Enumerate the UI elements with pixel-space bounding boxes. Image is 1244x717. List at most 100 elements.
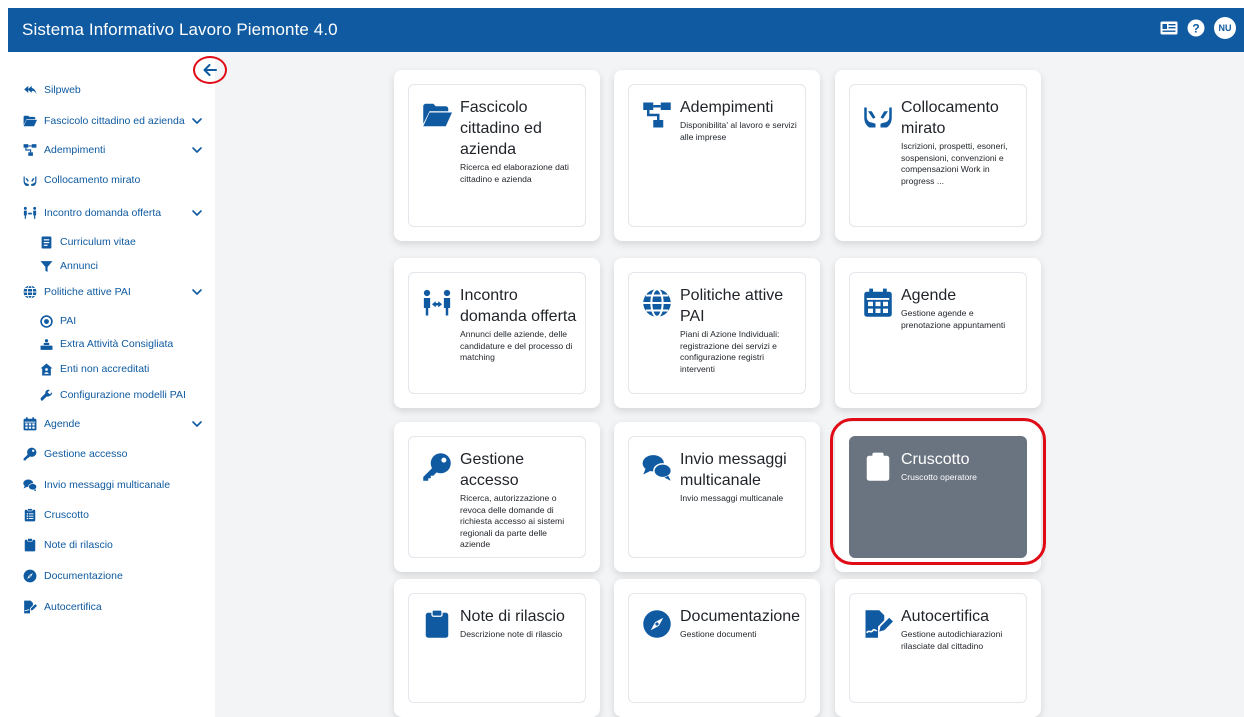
- sidebar-item-label: Annunci: [60, 260, 98, 272]
- card-invio-messaggi-multicanale[interactable]: Invio messaggi multicanale Invio messaggi…: [614, 422, 820, 572]
- card-body: Fascicolo cittadino ed azienda Ricerca ed…: [408, 84, 586, 227]
- sidebar-item-pai[interactable]: PAI: [8, 310, 215, 332]
- card-title: Note di rilascio: [460, 608, 565, 625]
- sidebar-item-label: Documentazione: [44, 570, 123, 582]
- clipboard-list-icon: [22, 507, 38, 523]
- sidebar-item-label: Invio messaggi multicanale: [44, 479, 171, 491]
- card-adempimenti[interactable]: Adempimenti Disponibilita' al lavoro e se…: [614, 70, 820, 241]
- sidebar-item-label: Politiche attive PAI: [44, 286, 131, 298]
- card-politiche-attive-pai[interactable]: Politiche attive PAI Piani di Azione Indi…: [614, 258, 820, 408]
- sitemap-icon: [638, 99, 676, 131]
- card-agende[interactable]: Agende Gestione agende e prenotazione app…: [835, 258, 1041, 408]
- sidebar-item-cruscotto[interactable]: Cruscotto: [8, 504, 215, 526]
- sidebar-item-label: Configurazione modelli PAI: [60, 389, 186, 401]
- sidebar-item-label: Cruscotto: [44, 509, 89, 521]
- chevron-down-icon[interactable]: [191, 115, 203, 127]
- card-text: Autocertifica Gestione autodichiarazioni …: [901, 606, 1018, 652]
- card-title: Documentazione: [680, 608, 801, 625]
- user-avatar[interactable]: NU: [1214, 17, 1236, 39]
- target-icon: [38, 313, 54, 329]
- top-bar-actions: ? NU: [1160, 17, 1236, 39]
- card-documentazione[interactable]: Documentazione Gestione documenti: [614, 579, 820, 717]
- sidebar-item-curriculum-vitae[interactable]: Curriculum vitae: [8, 231, 215, 253]
- sidebar-item-enti-non-accreditati[interactable]: Enti non accreditati: [8, 358, 215, 380]
- card-fascicolo-cittadino-ed-azienda[interactable]: Fascicolo cittadino ed azienda Ricerca ed…: [394, 70, 600, 241]
- sidebar-item-autocertifica[interactable]: Autocertifica: [8, 596, 215, 618]
- card-title: Invio messaggi multicanale: [680, 451, 787, 489]
- sidebar-item-label: Autocertifica: [44, 601, 102, 613]
- calendar-icon: [22, 416, 38, 432]
- folder-open-icon: [418, 99, 456, 131]
- card-description: Iscrizioni, prospetti, esoneri, sospensi…: [901, 141, 1008, 186]
- chevron-down-icon[interactable]: [191, 286, 203, 298]
- hands-icon: [859, 99, 897, 131]
- sidebar-item-label: Enti non accreditati: [60, 363, 150, 375]
- card-description: Annunci delle aziende, delle candidature…: [460, 329, 573, 362]
- chat-icon: [638, 451, 676, 483]
- card-body: Note di rilascio Descrizione note di rila…: [408, 593, 586, 703]
- card-body: Invio messaggi multicanale Invio messaggi…: [628, 436, 806, 558]
- key-icon: [22, 446, 38, 462]
- id-card-icon[interactable]: [1160, 19, 1178, 37]
- card-description: Piani di Azione Individuali: registrazio…: [680, 329, 780, 374]
- card-title: Politiche attive PAI: [680, 287, 784, 325]
- sidebar-item-silpweb[interactable]: Silpweb: [8, 79, 215, 101]
- card-text: Incontro domanda offerta Annunci delle az…: [460, 285, 577, 364]
- card-text: Adempimenti Disponibilita' al lavoro e se…: [680, 97, 797, 143]
- sitemap-icon: [22, 142, 38, 158]
- sidebar-item-fascicolo-cittadino-ed-azienda[interactable]: Fascicolo cittadino ed azienda: [8, 110, 215, 132]
- sidebar-item-agende[interactable]: Agende: [8, 413, 215, 435]
- reply-all-icon: [22, 82, 38, 98]
- calendar-icon: [859, 287, 897, 319]
- card-title: Fascicolo cittadino ed azienda: [460, 99, 542, 158]
- card-incontro-domanda-offerta[interactable]: Incontro domanda offerta Annunci delle az…: [394, 258, 600, 408]
- chevron-down-icon[interactable]: [191, 418, 203, 430]
- card-note-di-rilascio[interactable]: Note di rilascio Descrizione note di rila…: [394, 579, 600, 717]
- help-icon[interactable]: ?: [1187, 19, 1205, 37]
- globe-icon: [22, 284, 38, 300]
- document-icon: [38, 234, 54, 250]
- sidebar-item-invio-messaggi-multicanale[interactable]: Invio messaggi multicanale: [8, 474, 215, 496]
- card-title: Autocertifica: [901, 608, 990, 625]
- sidebar-item-documentazione[interactable]: Documentazione: [8, 565, 215, 587]
- sidebar-item-label: Collocamento mirato: [44, 174, 141, 186]
- sidebar-item-politiche-attive-pai[interactable]: Politiche attive PAI: [8, 281, 215, 303]
- chevron-down-icon[interactable]: [191, 207, 203, 219]
- top-bar: Sistema Informativo Lavoro Piemonte 4.0 …: [8, 8, 1244, 52]
- sidebar-item-adempimenti[interactable]: Adempimenti: [8, 139, 215, 161]
- card-body: Agende Gestione agende e prenotazione app…: [849, 272, 1027, 394]
- folder-open-icon: [22, 113, 38, 129]
- sidebar-item-label: Extra Attività Consigliata: [60, 338, 174, 350]
- card-title: Gestione accesso: [460, 451, 525, 489]
- card-title: Agende: [901, 287, 957, 304]
- chevron-down-icon[interactable]: [191, 144, 203, 156]
- card-description: Ricerca, autorizzazione o revoca delle d…: [460, 493, 565, 549]
- svg-text:?: ?: [1192, 21, 1199, 35]
- sidebar-item-annunci[interactable]: Annunci: [8, 255, 215, 277]
- card-autocertifica[interactable]: Autocertifica Gestione autodichiarazioni …: [835, 579, 1041, 717]
- sidebar-item-label: Curriculum vitae: [60, 236, 136, 248]
- arrow-left-icon: [203, 64, 217, 76]
- card-text: Collocamento mirato Iscrizioni, prospetti…: [901, 97, 1018, 187]
- sidebar-item-collocamento-mirato[interactable]: Collocamento mirato: [8, 169, 215, 191]
- card-gestione-accesso[interactable]: Gestione accesso Ricerca, autorizzazione …: [394, 422, 600, 572]
- card-collocamento-mirato[interactable]: Collocamento mirato Iscrizioni, prospetti…: [835, 70, 1041, 241]
- card-title: Incontro domanda offerta: [460, 287, 577, 325]
- sidebar-item-gestione-accesso[interactable]: Gestione accesso: [8, 443, 215, 465]
- card-body: Collocamento mirato Iscrizioni, prospetti…: [849, 84, 1027, 227]
- card-text: Fascicolo cittadino ed azienda Ricerca ed…: [460, 97, 577, 185]
- house-user-icon: [38, 361, 54, 377]
- key-icon: [418, 451, 456, 483]
- card-description: Gestione documenti: [680, 629, 757, 639]
- filter-icon: [38, 258, 54, 274]
- sidebar-item-incontro-domanda-offerta[interactable]: Incontro domanda offerta: [8, 202, 215, 224]
- sidebar-item-configurazione-modelli-pai[interactable]: Configurazione modelli PAI: [8, 384, 215, 406]
- compass-icon: [638, 608, 676, 640]
- wrench-icon: [38, 387, 54, 403]
- sidebar-item-note-di-rilascio[interactable]: Note di rilascio: [8, 534, 215, 556]
- compass-icon: [22, 568, 38, 584]
- sidebar-item-extra-attivita-consigliata[interactable]: Extra Attività Consigliata: [8, 333, 215, 355]
- card-text: Invio messaggi multicanale Invio messaggi…: [680, 449, 797, 505]
- sidebar-item-label: Gestione accesso: [44, 448, 128, 460]
- card-description: Gestione autodichiarazioni rilasciate da…: [901, 629, 1003, 651]
